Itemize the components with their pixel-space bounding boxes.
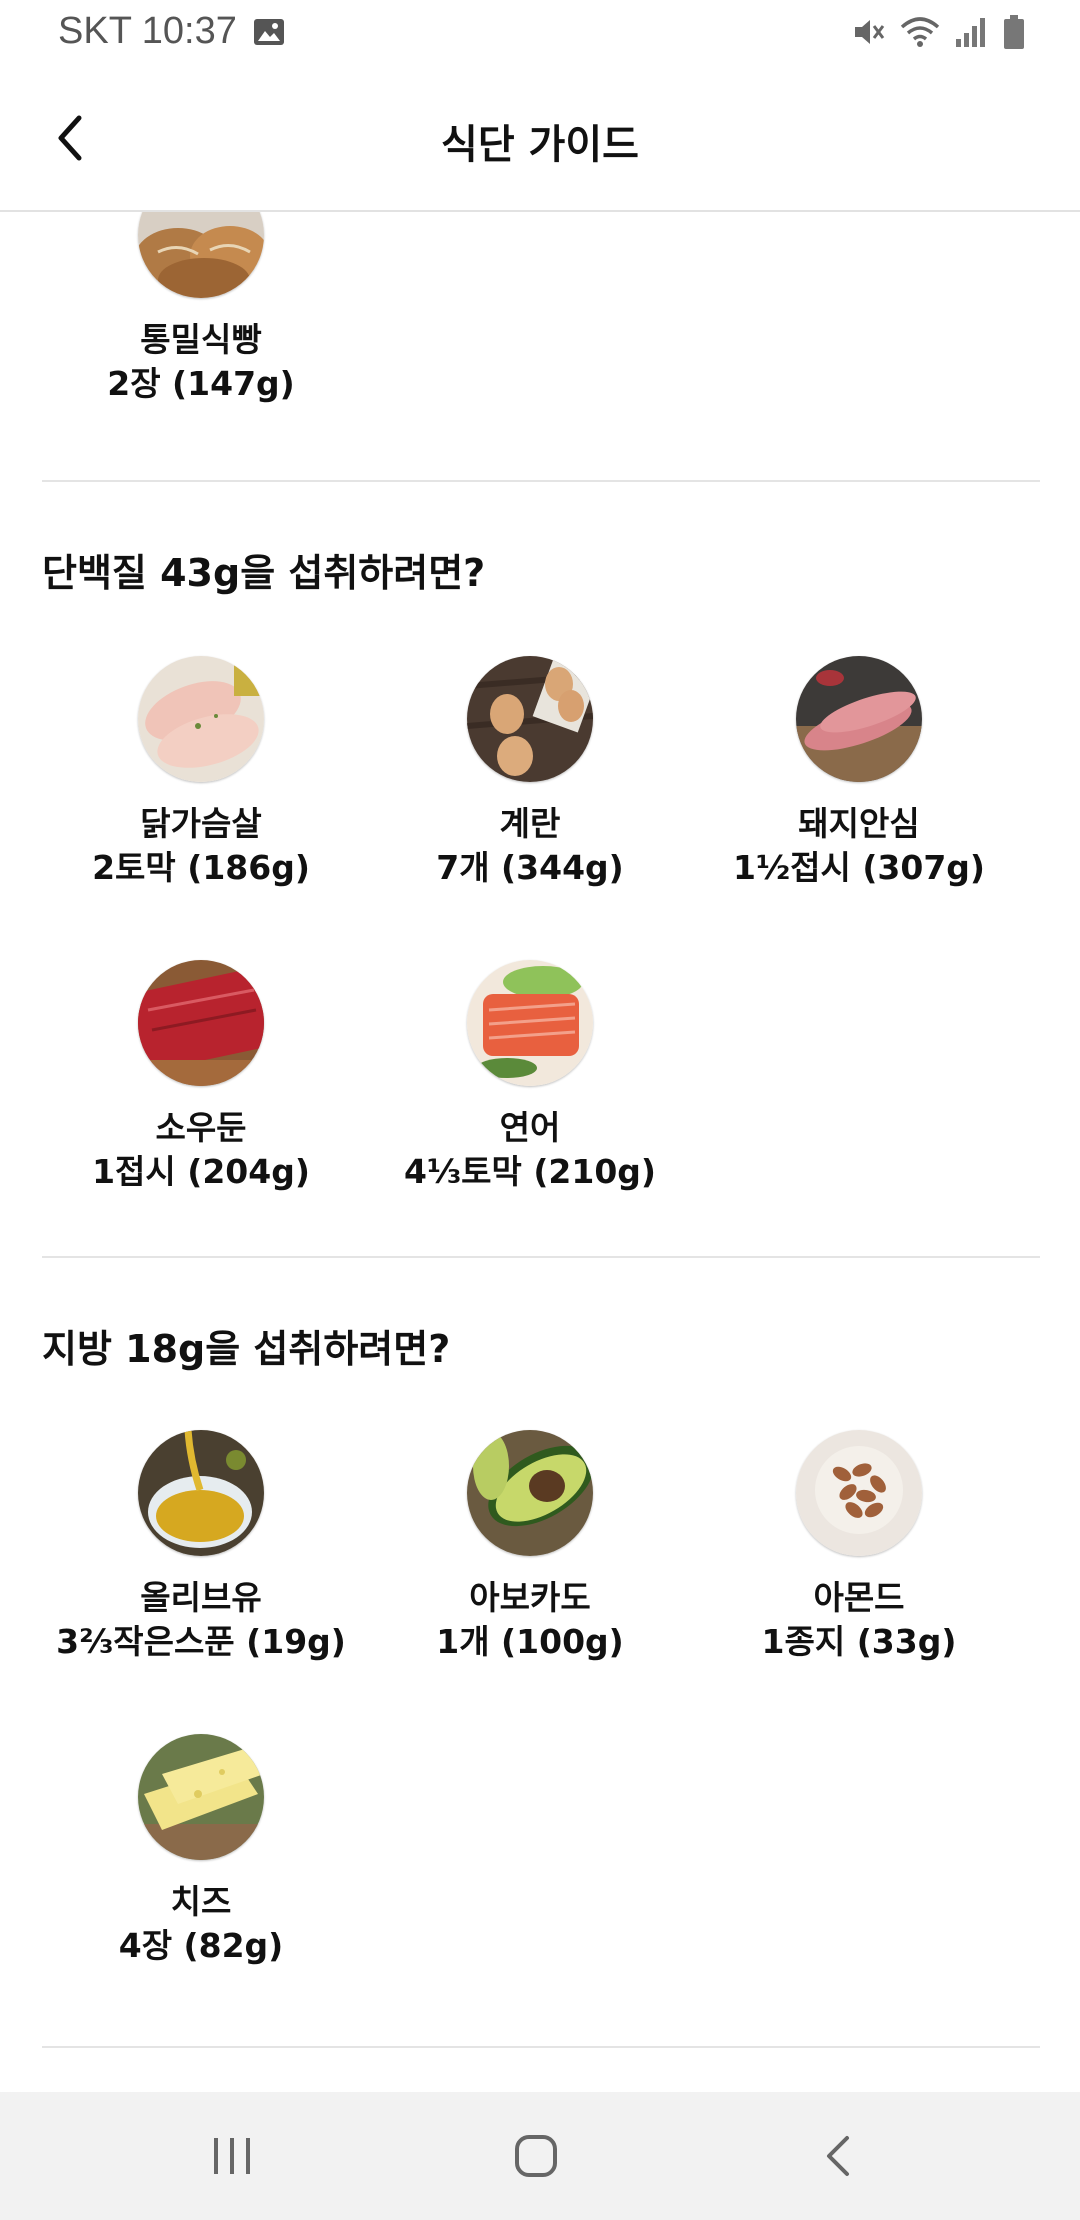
bread-image [138, 212, 264, 298]
almond-image [796, 1430, 922, 1556]
food-amount: 3⅔작은스푼 (19g) [56, 1622, 346, 1661]
food-name: 닭가슴살 [140, 804, 262, 843]
gallery-notification-icon [253, 18, 284, 45]
app-header: 식단 가이드 [0, 64, 1080, 212]
food-amount: 2장 (147g) [107, 364, 295, 403]
food-name: 통밀식빵 [140, 320, 262, 359]
food-name: 올리브유 [140, 1578, 262, 1617]
food-item-beef-round[interactable]: 소우둔 1접시 (204g) [36, 960, 366, 1194]
food-item-whole-wheat-bread[interactable]: 통밀식빵 2장 (147g) [36, 212, 366, 406]
avocado-image [467, 1430, 593, 1556]
mute-icon [855, 20, 885, 44]
food-item-avocado[interactable]: 아보카도 1개 (100g) [365, 1430, 695, 1664]
chicken-breast-image [138, 656, 264, 782]
wifi-icon [900, 17, 940, 47]
signal-icon [956, 18, 985, 47]
section-title: 단백질 43g을 섭취하려면? [42, 551, 486, 595]
home-button[interactable] [506, 2126, 566, 2186]
food-amount: 1접시 (204g) [92, 1152, 310, 1191]
beef-image [138, 960, 264, 1086]
food-item-cheese[interactable]: 치즈 4장 (82g) [36, 1734, 366, 1968]
food-item-chicken-breast[interactable]: 닭가슴살 2토막 (186g) [36, 656, 366, 890]
home-icon [515, 2135, 557, 2177]
recent-apps-button[interactable] [202, 2126, 262, 2186]
food-name: 치즈 [170, 1882, 232, 1921]
recent-apps-icon [214, 2138, 250, 2174]
back-icon [827, 2136, 849, 2176]
status-bar: SKT 10:37 [0, 0, 1080, 64]
section-title: 지방 18g을 섭취하려면? [42, 1327, 451, 1371]
food-name: 소우둔 [155, 1108, 247, 1147]
food-name: 아몬드 [813, 1578, 905, 1617]
olive-oil-image [138, 1430, 264, 1556]
food-amount: 7개 (344g) [436, 848, 624, 887]
food-item-egg[interactable]: 계란 7개 (344g) [365, 656, 695, 890]
section-divider [42, 480, 1040, 482]
status-left: SKT 10:37 [58, 10, 285, 53]
food-amount: 2토막 (186g) [92, 848, 310, 887]
system-back-button[interactable] [808, 2126, 868, 2186]
food-name: 아보카도 [469, 1578, 591, 1617]
cheese-image [138, 1734, 264, 1860]
food-item-salmon[interactable]: 연어 4⅓토막 (210g) [365, 960, 695, 1194]
food-name: 계란 [499, 804, 561, 843]
diet-guide-list[interactable]: 통밀식빵 2장 (147g) 단백질 43g을 섭취하려면? 닭가슴살 2토막 … [0, 212, 1080, 2092]
page-title: 식단 가이드 [441, 122, 639, 168]
food-amount: 4장 (82g) [118, 1926, 284, 1965]
food-amount: 4⅓토막 (210g) [403, 1152, 656, 1191]
food-item-almond[interactable]: 아몬드 1종지 (33g) [694, 1430, 1024, 1664]
food-amount: 1½접시 (307g) [732, 848, 985, 887]
system-nav-bar [0, 2092, 1080, 2220]
battery-icon [1004, 15, 1024, 49]
food-amount: 1종지 (33g) [761, 1622, 957, 1661]
pork-tenderloin-image [796, 656, 922, 782]
egg-image [467, 656, 593, 782]
food-item-olive-oil[interactable]: 올리브유 3⅔작은스푼 (19g) [36, 1430, 366, 1664]
section-divider [42, 2046, 1040, 2048]
salmon-image [467, 960, 593, 1086]
food-name: 돼지안심 [798, 804, 920, 843]
carrier-time: SKT 10:37 [58, 10, 237, 52]
food-amount: 1개 (100g) [436, 1622, 624, 1661]
section-divider [42, 1256, 1040, 1258]
food-item-pork-tenderloin[interactable]: 돼지안심 1½접시 (307g) [694, 656, 1024, 890]
status-icons [852, 14, 1026, 50]
food-name: 연어 [499, 1108, 561, 1147]
